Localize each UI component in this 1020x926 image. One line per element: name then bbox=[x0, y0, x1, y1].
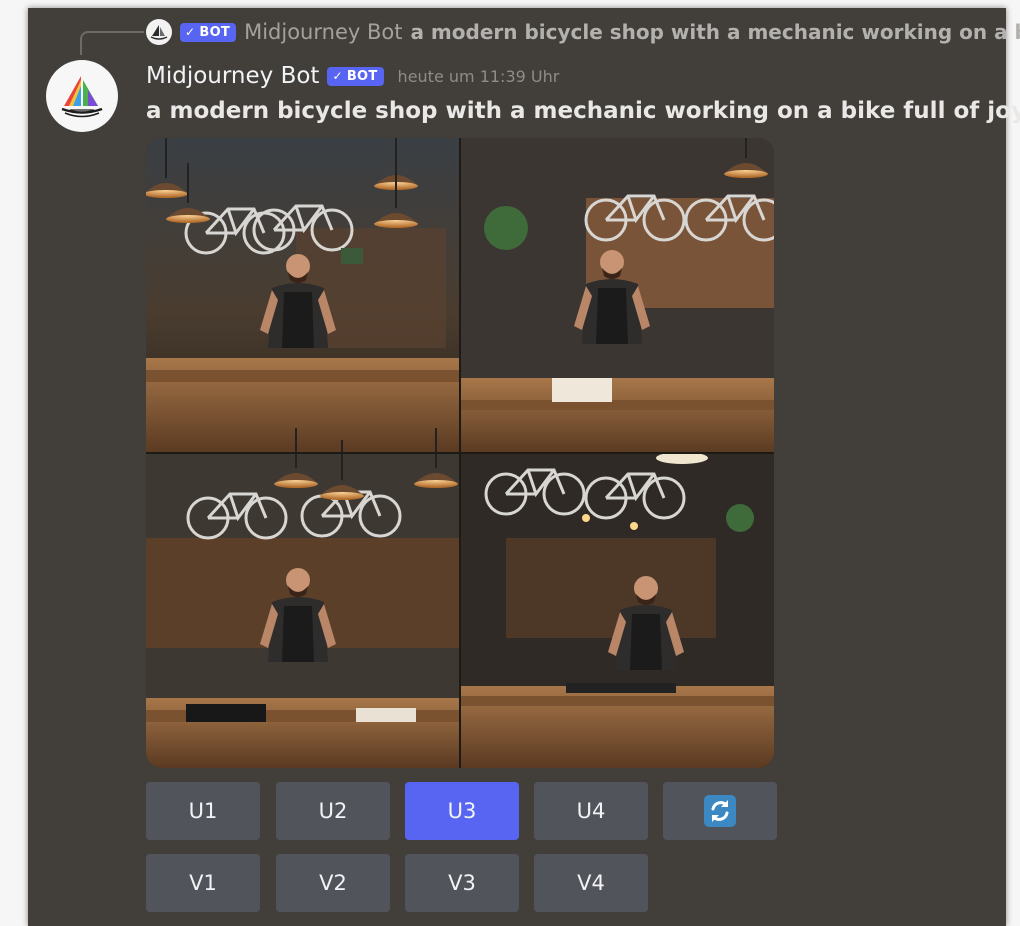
reply-reference[interactable]: ✓ BOT Midjourney Bot a modern bicycle sh… bbox=[146, 18, 1020, 46]
reply-text[interactable]: a modern bicycle shop with a mechanic wo… bbox=[410, 20, 1020, 44]
reply-bot-badge: ✓ BOT bbox=[180, 22, 237, 42]
midjourney-logo-icon bbox=[61, 76, 103, 118]
sailboat-icon bbox=[150, 25, 168, 40]
upscale-1-button[interactable]: U1 bbox=[146, 782, 260, 840]
reroll-button[interactable] bbox=[663, 782, 777, 840]
generated-image-grid[interactable] bbox=[146, 138, 774, 768]
variation-4-button[interactable]: V4 bbox=[534, 854, 648, 912]
upscale-3-button[interactable]: U3 bbox=[405, 782, 519, 840]
verified-check-icon: ✓ bbox=[185, 25, 196, 39]
author-avatar[interactable] bbox=[46, 60, 118, 132]
message-header: Midjourney Bot ✓ BOT heute um 11:39 Uhr bbox=[146, 60, 559, 92]
variation-1-button[interactable]: V1 bbox=[146, 854, 260, 912]
variation-3-button[interactable]: V3 bbox=[405, 854, 519, 912]
refresh-icon bbox=[704, 795, 736, 827]
bicycle-shop-image-grid bbox=[146, 138, 774, 768]
variation-2-button[interactable]: V2 bbox=[276, 854, 390, 912]
message-timestamp[interactable]: heute um 11:39 Uhr bbox=[398, 67, 560, 86]
bot-badge-label: BOT bbox=[346, 68, 378, 84]
message-prompt: a modern bicycle shop with a mechanic wo… bbox=[146, 98, 1020, 124]
reply-bot-badge-label: BOT bbox=[199, 24, 231, 40]
message-author[interactable]: Midjourney Bot bbox=[146, 63, 319, 89]
upscale-2-button[interactable]: U2 bbox=[276, 782, 390, 840]
reply-author[interactable]: Midjourney Bot bbox=[244, 20, 402, 44]
reply-avatar[interactable] bbox=[146, 19, 172, 45]
upscale-4-button[interactable]: U4 bbox=[534, 782, 648, 840]
reply-connector-line bbox=[80, 31, 144, 55]
verified-check-icon: ✓ bbox=[332, 69, 343, 83]
bot-badge: ✓ BOT bbox=[327, 66, 384, 86]
